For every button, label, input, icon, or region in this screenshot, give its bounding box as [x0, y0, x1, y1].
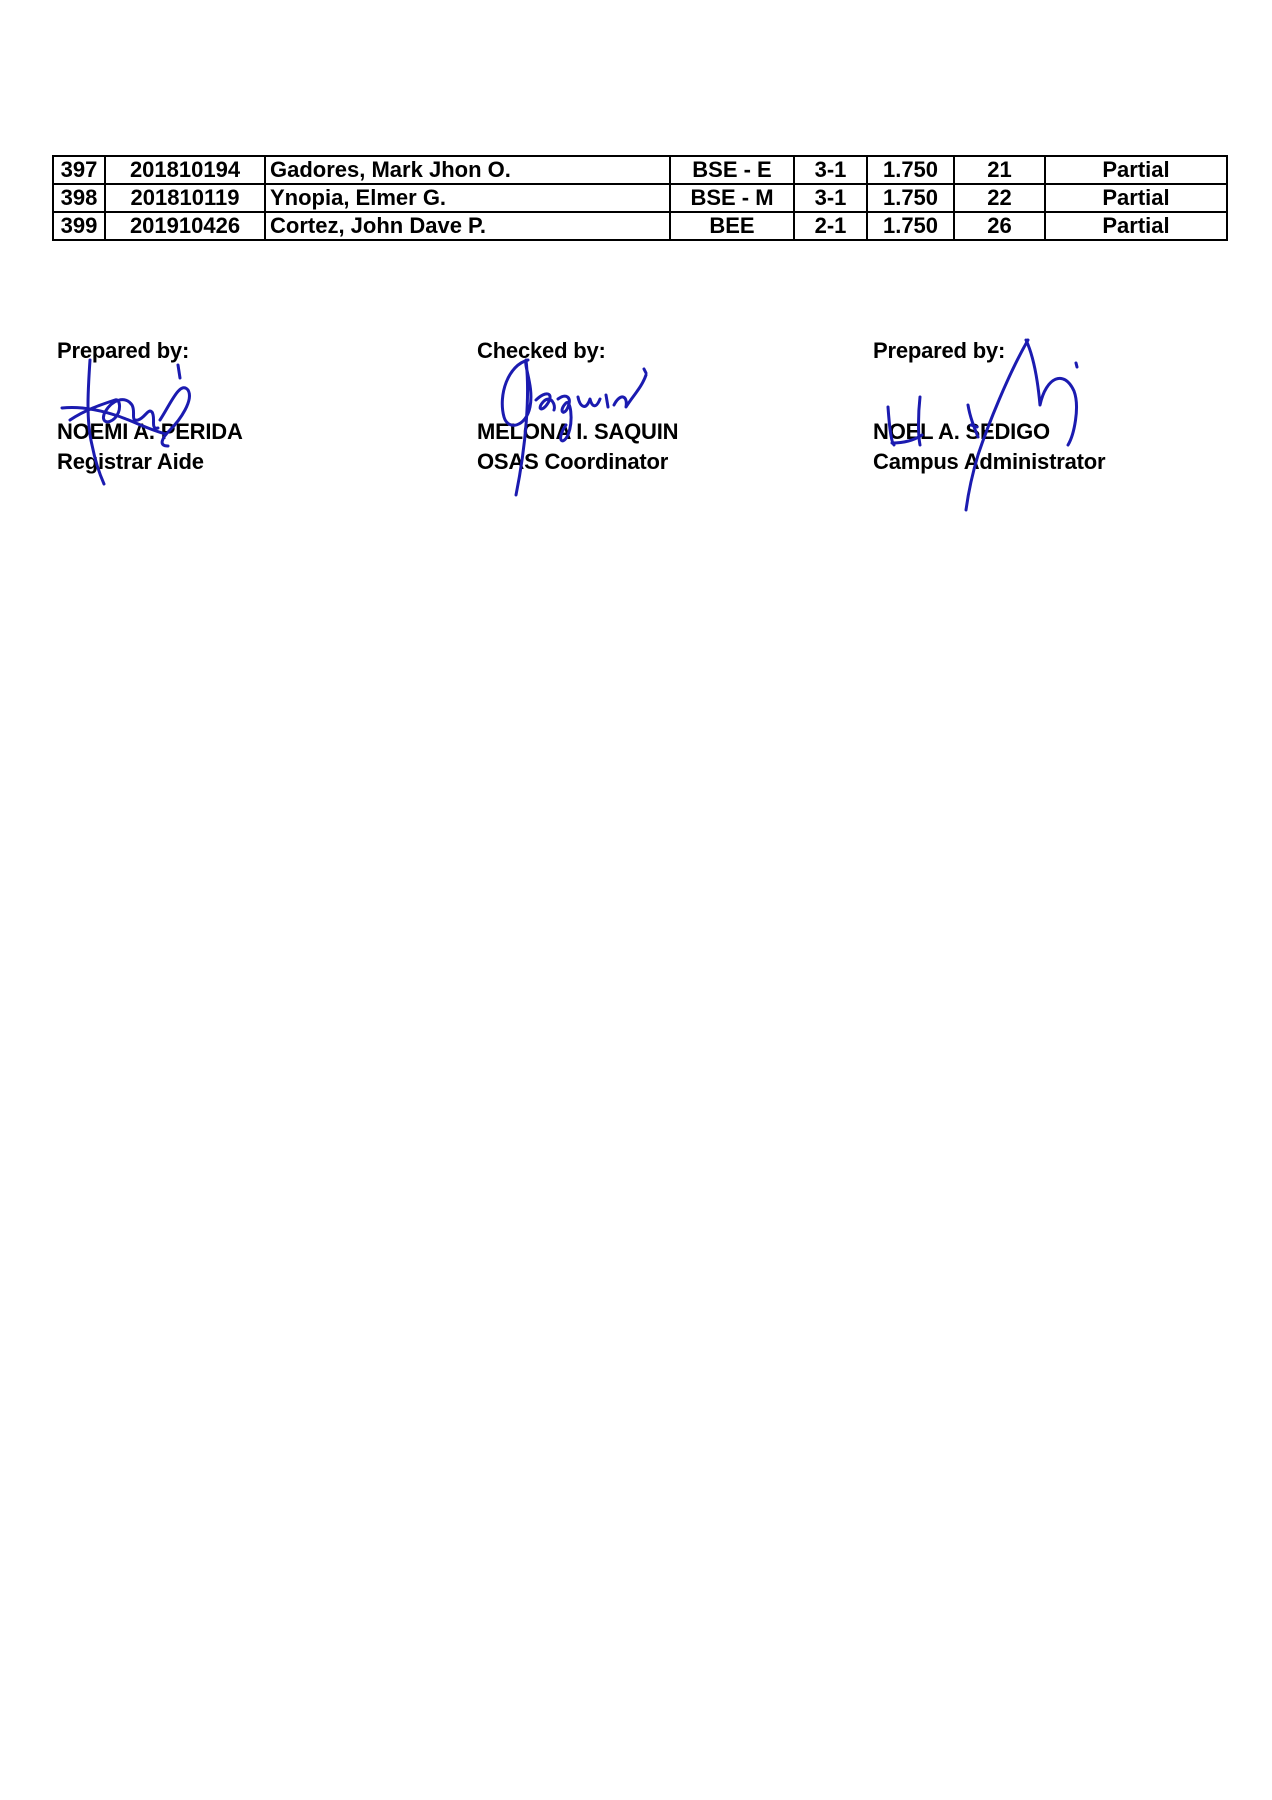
student-id: 201810119: [104, 183, 266, 213]
year-semester: 3-1: [793, 155, 868, 185]
student-name: Cortez, John Dave P.: [264, 211, 671, 241]
gpa: 1.750: [866, 155, 955, 185]
student-id: 201910426: [104, 211, 266, 241]
gpa: 1.750: [866, 211, 955, 241]
status: Partial: [1044, 183, 1228, 213]
program: BSE - E: [669, 155, 795, 185]
row-number: 399: [52, 211, 106, 241]
row-number: 398: [52, 183, 106, 213]
units: 26: [953, 211, 1046, 241]
signature-perida-icon: [60, 358, 191, 486]
signature-saquin-icon: [500, 358, 648, 497]
table-row: 399 201910426 Cortez, John Dave P. BEE 2…: [52, 211, 1228, 241]
student-id: 201810194: [104, 155, 266, 185]
table-row: 398 201810119 Ynopia, Elmer G. BSE - M 3…: [52, 183, 1228, 213]
year-semester: 2-1: [793, 211, 868, 241]
student-name: Ynopia, Elmer G.: [264, 183, 671, 213]
status: Partial: [1044, 155, 1228, 185]
gpa: 1.750: [866, 183, 955, 213]
table-body: 397 201810194 Gadores, Mark Jhon O. BSE …: [52, 155, 1228, 241]
table-row: 397 201810194 Gadores, Mark Jhon O. BSE …: [52, 155, 1228, 185]
units: 21: [953, 155, 1046, 185]
row-number: 397: [52, 155, 106, 185]
year-semester: 3-1: [793, 183, 868, 213]
program: BSE - M: [669, 183, 795, 213]
units: 22: [953, 183, 1046, 213]
signature-sedigo-icon: [886, 338, 1079, 512]
status: Partial: [1044, 211, 1228, 241]
document-page: 397 201810194 Gadores, Mark Jhon O. BSE …: [0, 0, 1272, 1800]
student-records-table: 397 201810194 Gadores, Mark Jhon O. BSE …: [52, 155, 1228, 241]
student-name: Gadores, Mark Jhon O.: [264, 155, 671, 185]
program: BEE: [669, 211, 795, 241]
